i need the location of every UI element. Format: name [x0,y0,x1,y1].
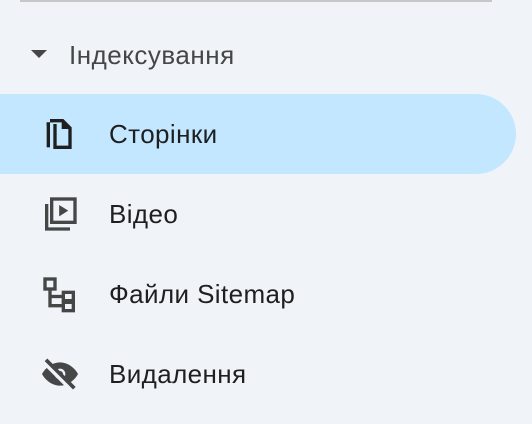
nav-item-removals[interactable]: Видалення [0,334,516,414]
caret-down-icon [31,50,47,58]
section-indexing-toggle[interactable]: Індексування [0,30,532,80]
nav-item-label: Файли Sitemap [109,279,296,309]
pages-icon [40,114,80,154]
sitemap-icon [40,274,80,314]
removals-icon [40,354,80,394]
nav-item-label: Відео [109,199,179,229]
section-indexing-title: Індексування [69,40,235,70]
nav-item-sitemaps[interactable]: Файли Sitemap [0,254,516,334]
nav-item-video[interactable]: Відео [0,174,516,254]
nav-item-label: Видалення [109,359,247,389]
video-pages-icon [40,194,80,234]
top-divider [20,0,492,2]
nav-item-pages[interactable]: Сторінки [0,94,516,174]
nav-item-label: Сторінки [109,119,218,149]
